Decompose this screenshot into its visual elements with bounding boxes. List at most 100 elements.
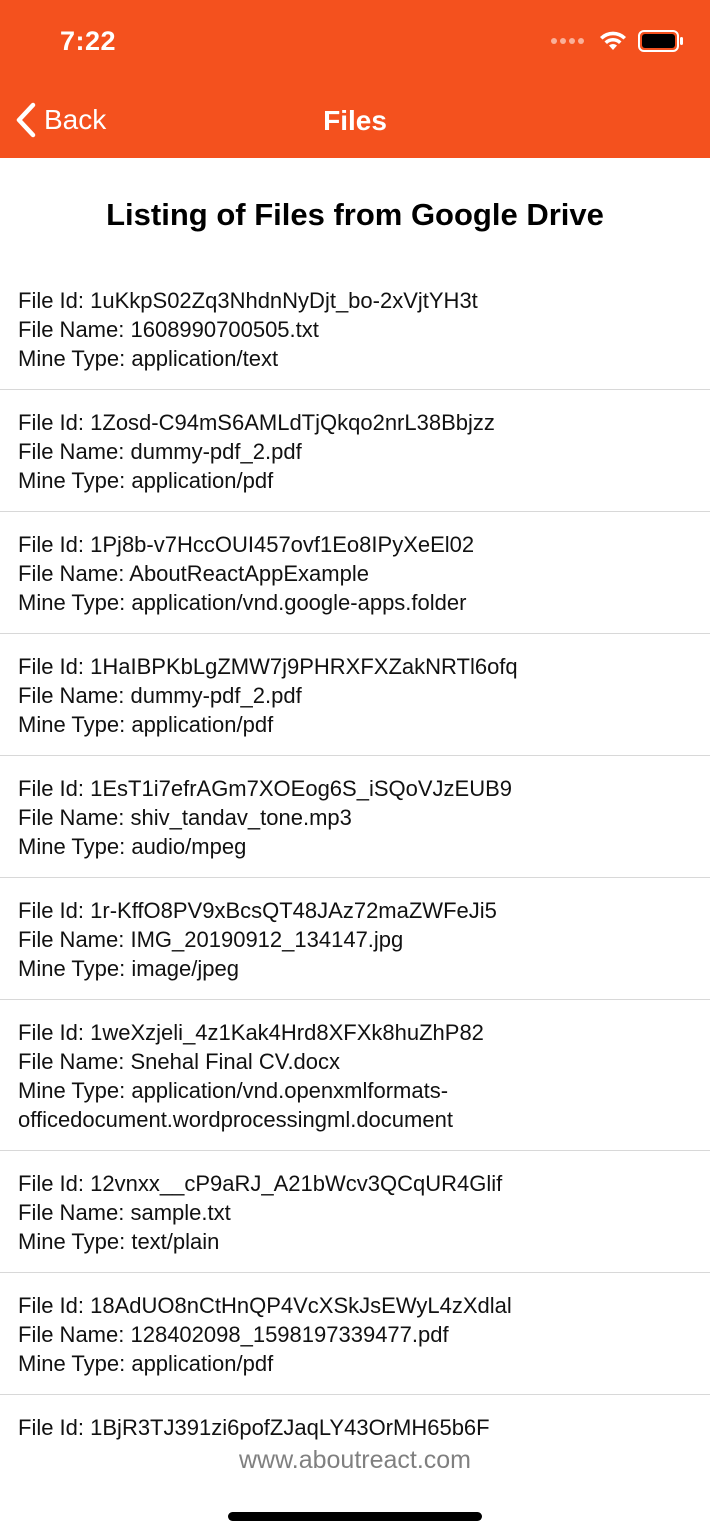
file-id-line-label: File Id: xyxy=(18,1293,91,1318)
list-item[interactable]: File Id: 12vnxx__cP9aRJ_A21bWcv3QCqUR4Gl… xyxy=(0,1151,710,1273)
file-id-line-label: File Id: xyxy=(18,1415,91,1440)
file-name-line: File Name: IMG_20190912_134147.jpg xyxy=(18,925,692,954)
mime-type-line-label: Mine Type: xyxy=(18,346,132,371)
file-name-line-value: 1608990700505.txt xyxy=(130,317,319,342)
list-item[interactable]: File Id: 1HaIBPKbLgZMW7j9PHRXFXZakNRTl6o… xyxy=(0,634,710,756)
file-name-line-label: File Name: xyxy=(18,1049,131,1074)
file-id-line-label: File Id: xyxy=(18,410,91,435)
status-time: 7:22 xyxy=(60,26,117,56)
list-item[interactable]: File Id: 1uKkpS02Zq3NhdnNyDjt_bo-2xVjtYH… xyxy=(0,268,710,390)
mime-type-line: Mine Type: audio/mpeg xyxy=(18,832,692,861)
file-name-line-value: sample.txt xyxy=(130,1200,231,1225)
file-name-line-label: File Name: xyxy=(18,1322,131,1347)
file-id-line: File Id: 1Zosd-C94mS6AMLdTjQkqo2nrL38Bbj… xyxy=(18,408,692,437)
file-id-line: File Id: 1weXzjeli_4z1Kak4Hrd8XFXk8huZhP… xyxy=(18,1018,692,1047)
file-id-line-value: 1Zosd-C94mS6AMLdTjQkqo2nrL38Bbjzz xyxy=(90,410,495,435)
file-name-line-label: File Name: xyxy=(18,683,131,708)
mime-type-line-value: audio/mpeg xyxy=(131,834,247,859)
file-name-line-value: AboutReactAppExample xyxy=(129,561,369,586)
mime-type-line: Mine Type: application/pdf xyxy=(18,710,692,739)
nav-title: Files xyxy=(323,105,387,136)
file-id-line-label: File Id: xyxy=(18,776,91,801)
file-id-line: File Id: 1HaIBPKbLgZMW7j9PHRXFXZakNRTl6o… xyxy=(18,652,692,681)
file-id-line-label: File Id: xyxy=(18,654,91,679)
file-id-line-value: 1EsT1i7efrAGm7XOEog6S_iSQoVJzEUB9 xyxy=(90,776,512,801)
file-id-line-label: File Id: xyxy=(18,1171,91,1196)
file-name-line: File Name: sample.txt xyxy=(18,1198,692,1227)
screen: 7:22 Back Files Listing of Files from Go… xyxy=(0,0,710,1536)
mime-type-line: Mine Type: application/pdf xyxy=(18,1349,692,1378)
mime-type-line-value: application/pdf xyxy=(131,468,274,493)
file-id-line-value: 1Pj8b-v7HccOUI457ovf1Eo8IPyXeEl02 xyxy=(90,532,475,557)
list-item[interactable]: File Id: 1r-KffO8PV9xBcsQT48JAz72maZWFeJ… xyxy=(0,878,710,1000)
mime-type-line-value: application/text xyxy=(131,346,279,371)
list-item[interactable]: File Id: 1Zosd-C94mS6AMLdTjQkqo2nrL38Bbj… xyxy=(0,390,710,512)
mime-type-line-value: text/plain xyxy=(131,1229,220,1254)
mime-type-line: Mine Type: application/text xyxy=(18,344,692,373)
wifi-icon xyxy=(600,31,626,50)
list-item[interactable]: File Id: 18AdUO8nCtHnQP4VcXSkJsEWyL4zXdl… xyxy=(0,1273,710,1395)
page-title: Listing of Files from Google Drive xyxy=(106,197,604,232)
file-id-line-value: 1BjR3TJ391zi6pofZJaqLY43OrMH65b6F xyxy=(90,1415,490,1440)
battery-icon xyxy=(638,30,683,52)
file-name-line-value: dummy-pdf_2.pdf xyxy=(130,439,302,464)
file-name-line-label: File Name: xyxy=(18,1200,131,1225)
file-name-line-value: Snehal Final CV.docx xyxy=(130,1049,341,1074)
home-indicator xyxy=(228,1512,482,1521)
file-id-line-value: 1weXzjeli_4z1Kak4Hrd8XFXk8huZhP82 xyxy=(90,1020,484,1045)
file-id-line: File Id: 1BjR3TJ391zi6pofZJaqLY43OrMH65b… xyxy=(18,1413,692,1442)
file-name-line-label: File Name: xyxy=(18,927,131,952)
file-id-line-label: File Id: xyxy=(18,532,91,557)
file-id-line: File Id: 12vnxx__cP9aRJ_A21bWcv3QCqUR4Gl… xyxy=(18,1169,692,1198)
file-id-line-value: 18AdUO8nCtHnQP4VcXSkJsEWyL4zXdlal xyxy=(90,1293,512,1318)
mime-type-line-label: Mine Type: xyxy=(18,834,132,859)
navigation-header: 7:22 Back Files xyxy=(0,0,710,158)
list-item[interactable]: File Id: 1Pj8b-v7HccOUI457ovf1Eo8IPyXeEl… xyxy=(0,512,710,634)
mime-type-line-label: Mine Type: xyxy=(18,468,132,493)
file-list[interactable]: File Id: 1uKkpS02Zq3NhdnNyDjt_bo-2xVjtYH… xyxy=(0,268,710,1442)
file-id-line: File Id: 1r-KffO8PV9xBcsQT48JAz72maZWFeJ… xyxy=(18,896,692,925)
mime-type-line: Mine Type: application/pdf xyxy=(18,466,692,495)
file-name-line-label: File Name: xyxy=(18,561,130,586)
list-item[interactable]: File Id: 1EsT1i7efrAGm7XOEog6S_iSQoVJzEU… xyxy=(0,756,710,878)
file-name-line-value: IMG_20190912_134147.jpg xyxy=(130,927,404,952)
file-name-line-value: dummy-pdf_2.pdf xyxy=(130,683,302,708)
status-icons xyxy=(551,30,684,52)
file-id-line-value: 1r-KffO8PV9xBcsQT48JAz72maZWFeJi5 xyxy=(90,898,497,923)
file-name-line: File Name: shiv_tandav_tone.mp3 xyxy=(18,803,692,832)
file-name-line-value: 128402098_1598197339477.pdf xyxy=(130,1322,449,1347)
file-id-line: File Id: 18AdUO8nCtHnQP4VcXSkJsEWyL4zXdl… xyxy=(18,1291,692,1320)
footer-link[interactable]: www.aboutreact.com xyxy=(0,1444,710,1476)
file-name-line-label: File Name: xyxy=(18,805,131,830)
cellular-signal-icon xyxy=(551,38,584,44)
file-name-line: File Name: dummy-pdf_2.pdf xyxy=(18,681,692,710)
file-name-line: File Name: dummy-pdf_2.pdf xyxy=(18,437,692,466)
mime-type-line-value: application/pdf xyxy=(131,712,274,737)
file-name-line: File Name: Snehal Final CV.docx xyxy=(18,1047,692,1076)
file-id-line-value: 12vnxx__cP9aRJ_A21bWcv3QCqUR4Glif xyxy=(90,1171,503,1196)
file-id-line: File Id: 1uKkpS02Zq3NhdnNyDjt_bo-2xVjtYH… xyxy=(18,286,692,315)
mime-type-line: Mine Type: application/vnd.google-apps.f… xyxy=(18,588,692,617)
file-id-line-label: File Id: xyxy=(18,288,91,313)
mime-type-line: Mine Type: application/vnd.openxmlformat… xyxy=(18,1076,692,1134)
file-id-line: File Id: 1EsT1i7efrAGm7XOEog6S_iSQoVJzEU… xyxy=(18,774,692,803)
mime-type-line-label: Mine Type: xyxy=(18,1078,132,1103)
mime-type-line-value: image/jpeg xyxy=(131,956,239,981)
file-name-line-label: File Name: xyxy=(18,439,131,464)
file-id-line-value: 1uKkpS02Zq3NhdnNyDjt_bo-2xVjtYH3t xyxy=(90,288,478,313)
file-name-line-value: shiv_tandav_tone.mp3 xyxy=(130,805,352,830)
mime-type-line: Mine Type: text/plain xyxy=(18,1227,692,1256)
mime-type-line-label: Mine Type: xyxy=(18,712,132,737)
file-id-line-label: File Id: xyxy=(18,898,91,923)
list-item[interactable]: File Id: 1weXzjeli_4z1Kak4Hrd8XFXk8huZhP… xyxy=(0,1000,710,1151)
mime-type-line: Mine Type: image/jpeg xyxy=(18,954,692,983)
file-name-line: File Name: AboutReactAppExample xyxy=(18,559,692,588)
file-name-line: File Name: 1608990700505.txt xyxy=(18,315,692,344)
file-id-line-label: File Id: xyxy=(18,1020,91,1045)
list-item[interactable]: File Id: 1BjR3TJ391zi6pofZJaqLY43OrMH65b… xyxy=(0,1395,710,1442)
mime-type-line-label: Mine Type: xyxy=(18,1229,132,1254)
mime-type-line-label: Mine Type: xyxy=(18,590,132,615)
mime-type-line-value: application/vnd.google-apps.folder xyxy=(131,590,467,615)
mime-type-line-label: Mine Type: xyxy=(18,1351,132,1376)
mime-type-line-label: Mine Type: xyxy=(18,956,132,981)
